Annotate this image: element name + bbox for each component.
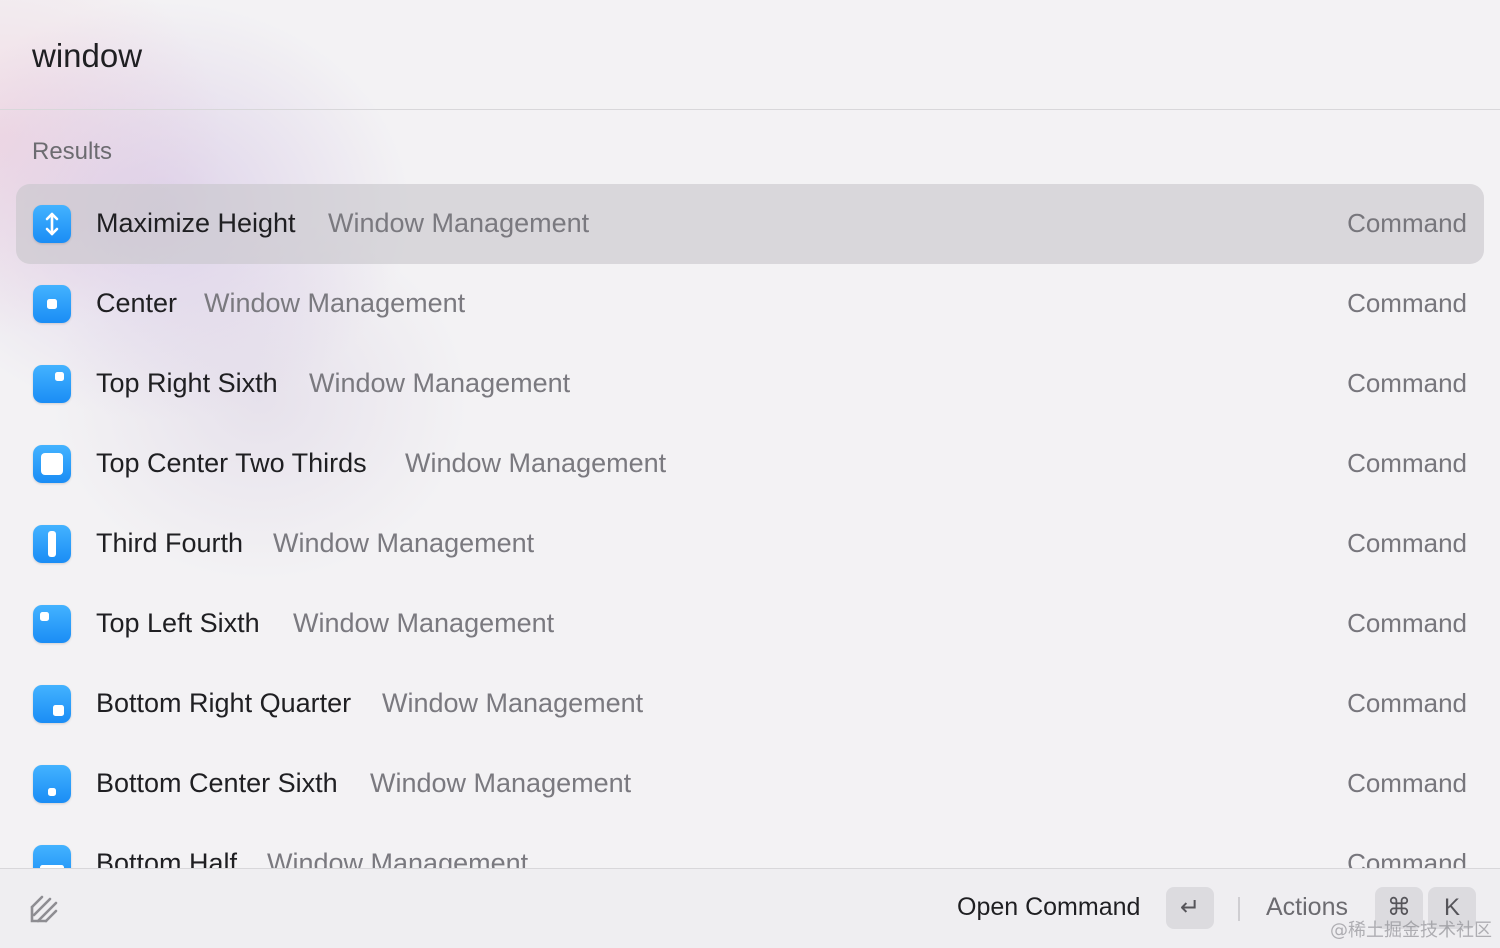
return-key-icon[interactable]: ↵ [1166, 887, 1214, 929]
raycast-window: Results Maximize Height Window Management… [0, 0, 1500, 948]
result-row[interactable]: Center Window Management Command [16, 264, 1484, 344]
result-row[interactable]: Maximize Height Window Management Command [16, 184, 1484, 264]
search-input[interactable] [32, 30, 1432, 82]
result-title: Top Right Sixth [96, 368, 278, 398]
open-command-label[interactable]: Open Command [957, 893, 1140, 922]
result-type-label: Command [1347, 368, 1467, 398]
bottom-half-icon [33, 845, 71, 868]
maximize-height-icon [33, 205, 71, 243]
result-type-label: Command [1347, 528, 1467, 558]
result-row[interactable]: Top Center Two Thirds Window Management Co… [16, 424, 1484, 504]
result-subtitle: Window Management [293, 608, 555, 638]
result-type-label: Command [1347, 448, 1467, 478]
result-title: Bottom Half [96, 848, 238, 868]
result-row[interactable]: Bottom Center Sixth Window Management Comm… [16, 744, 1484, 824]
result-subtitle: Window Management [273, 528, 535, 558]
third-fourth-icon [33, 525, 71, 563]
result-type-label: Command [1347, 848, 1467, 868]
raycast-logo-icon[interactable] [24, 889, 64, 929]
result-row[interactable]: Bottom Half Window Management Command [16, 824, 1484, 868]
result-title: Bottom Right Quarter [96, 688, 352, 718]
result-type-label: Command [1347, 608, 1467, 638]
result-subtitle: Window Management [382, 688, 644, 718]
result-row[interactable]: Bottom Right Quarter Window Management Com… [16, 664, 1484, 744]
watermark: @稀土掘金技术社区 [1330, 920, 1492, 941]
section-title: Results [32, 138, 113, 165]
result-row[interactable]: Top Left Sixth Window Management Command [16, 584, 1484, 664]
action-bar: Open Command ↵ Actions ⌘ K [0, 868, 1500, 948]
result-type-label: Command [1347, 768, 1467, 798]
top-right-sixth-icon [33, 365, 71, 403]
result-title: Bottom Center Sixth [96, 768, 338, 798]
result-title: Maximize Height [96, 208, 296, 238]
result-subtitle: Window Management [328, 208, 590, 238]
footer-divider [1238, 897, 1240, 921]
result-subtitle: Window Management [405, 448, 667, 478]
bottom-center-sixth-icon [33, 765, 71, 803]
result-title: Top Center Two Thirds [96, 448, 367, 478]
top-center-two-thirds-icon [33, 445, 71, 483]
bottom-right-quarter-icon [33, 685, 71, 723]
result-subtitle: Window Management [370, 768, 632, 798]
result-title: Third Fourth [96, 528, 244, 558]
top-left-sixth-icon [33, 605, 71, 643]
result-subtitle: Window Management [309, 368, 571, 398]
result-subtitle: Window Management [204, 288, 466, 318]
result-title: Center [96, 288, 178, 318]
result-subtitle: Window Management [267, 848, 529, 868]
search-bar [0, 0, 1500, 110]
results-list: Maximize Height Window Management Command C… [0, 184, 1500, 868]
result-type-label: Command [1347, 688, 1467, 718]
result-type-label: Command [1347, 288, 1467, 318]
center-window-icon [33, 285, 71, 323]
result-title: Top Left Sixth [96, 608, 260, 638]
result-type-label: Command [1347, 208, 1467, 238]
result-row[interactable]: Third Fourth Window Management Command [16, 504, 1484, 584]
result-row[interactable]: Top Right Sixth Window Management Command [16, 344, 1484, 424]
